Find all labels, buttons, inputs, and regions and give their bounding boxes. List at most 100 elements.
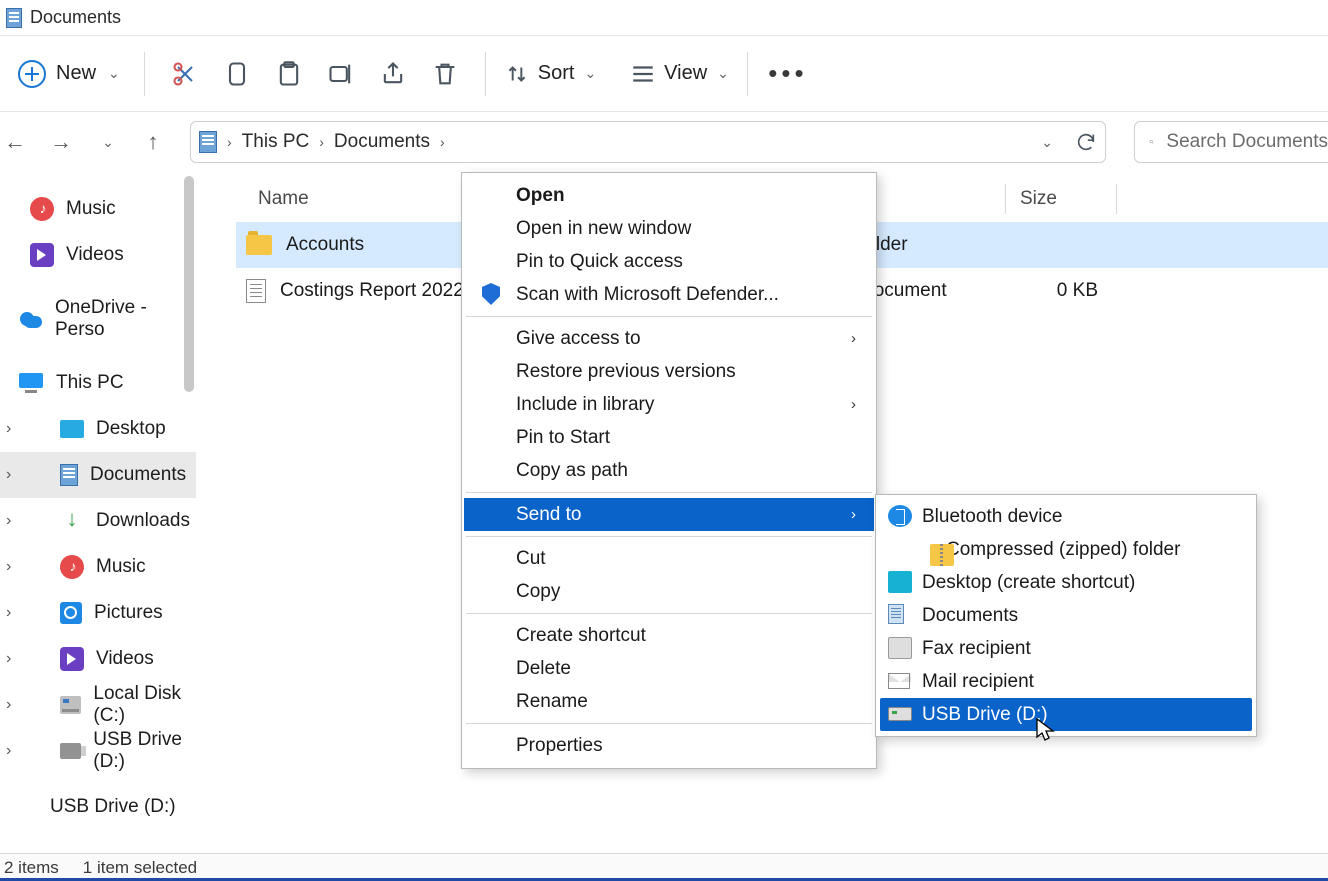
documents-icon: [6, 8, 22, 28]
sidebar-item-downloads[interactable]: Downloads: [0, 498, 196, 544]
sidebar-item-onedrive[interactable]: OneDrive - Perso: [0, 296, 196, 342]
copy-button[interactable]: [211, 48, 263, 100]
view-button[interactable]: View ⌄: [626, 61, 733, 87]
sidebar-item-label: Music: [66, 198, 116, 220]
sidebar-item-label: This PC: [56, 372, 124, 394]
sidebar-item-label: OneDrive - Perso: [55, 297, 196, 341]
usb-icon: [60, 743, 81, 759]
shield-icon: [482, 283, 500, 305]
bluetooth-icon: [888, 505, 912, 527]
menu-properties[interactable]: Properties: [464, 729, 874, 762]
back-button[interactable]: ←: [0, 127, 30, 157]
rename-button[interactable]: [315, 48, 367, 100]
share-button[interactable]: [367, 48, 419, 100]
menu-give-access[interactable]: Give access to›: [464, 322, 874, 355]
menu-open[interactable]: Open: [464, 179, 874, 212]
menu-defender-scan[interactable]: Scan with Microsoft Defender...: [464, 278, 874, 311]
menu-separator: [466, 316, 872, 317]
menu-open-new-window[interactable]: Open in new window: [464, 212, 874, 245]
toolbar: New ⌄ Sort ⌄ View ⌄ •••: [0, 36, 1328, 112]
sidebar-item-localdisk[interactable]: Local Disk (C:): [0, 682, 196, 728]
file-name: Costings Report 2022: [280, 280, 464, 302]
sidebar-item-label: Videos: [66, 244, 124, 266]
menu-pin-quick-access[interactable]: Pin to Quick access: [464, 245, 874, 278]
refresh-icon[interactable]: [1075, 131, 1097, 153]
chevron-right-icon: ›: [319, 134, 324, 150]
music-icon: [30, 197, 54, 221]
sidebar-item-videos[interactable]: Videos: [0, 232, 196, 278]
mail-icon: [888, 673, 910, 689]
menu-rename[interactable]: Rename: [464, 685, 874, 718]
status-bar: 2 items 1 item selected: [0, 853, 1328, 881]
paste-button[interactable]: [263, 48, 315, 100]
menu-separator: [466, 492, 872, 493]
menu-include-library[interactable]: Include in library›: [464, 388, 874, 421]
sidebar-item-documents[interactable]: Documents: [0, 452, 196, 498]
chevron-down-icon[interactable]: ⌄: [1041, 134, 1053, 151]
sidebar-item-thispc[interactable]: This PC: [0, 360, 196, 406]
search-input[interactable]: Search Documents: [1134, 121, 1328, 163]
column-size[interactable]: Size: [1006, 188, 1116, 210]
sidebar-item-videos2[interactable]: Videos: [0, 636, 196, 682]
menu-send-to[interactable]: Send to›: [464, 498, 874, 531]
sidebar-item-usbdrive2[interactable]: USB Drive (D:): [0, 784, 196, 830]
new-label: New: [56, 62, 96, 85]
sidebar-item-music2[interactable]: Music: [0, 544, 196, 590]
sendto-desktop[interactable]: Desktop (create shortcut): [880, 566, 1252, 599]
menu-pin-start[interactable]: Pin to Start: [464, 421, 874, 454]
menu-restore-versions[interactable]: Restore previous versions: [464, 355, 874, 388]
delete-button[interactable]: [419, 48, 471, 100]
folder-icon: [199, 131, 217, 153]
breadcrumb[interactable]: › This PC › Documents › ⌄: [190, 121, 1106, 163]
sidebar-item-desktop[interactable]: Desktop: [0, 406, 196, 452]
up-button[interactable]: ↑: [138, 127, 168, 157]
file-name: Accounts: [286, 234, 364, 256]
cursor-icon: [1036, 718, 1056, 744]
menu-separator: [466, 613, 872, 614]
fax-icon: [888, 637, 912, 659]
window-title: Documents: [30, 7, 121, 28]
column-separator[interactable]: [1116, 184, 1117, 214]
breadcrumb-root[interactable]: This PC: [242, 131, 310, 153]
desktop-icon: [888, 571, 912, 593]
titlebar: Documents: [0, 0, 1328, 36]
chevron-down-icon: ⌄: [102, 134, 114, 151]
menu-delete[interactable]: Delete: [464, 652, 874, 685]
sidebar-item-usbdrive[interactable]: USB Drive (D:): [0, 728, 196, 774]
sendto-submenu: Bluetooth device Compressed (zipped) fol…: [875, 494, 1257, 737]
sidebar-item-music[interactable]: Music: [0, 186, 196, 232]
sendto-usb[interactable]: USB Drive (D:): [880, 698, 1252, 731]
breadcrumb-current[interactable]: Documents: [334, 131, 430, 153]
separator: [144, 52, 145, 96]
menu-separator: [466, 723, 872, 724]
sidebar-item-pictures[interactable]: Pictures: [0, 590, 196, 636]
sidebar-item-label: USB Drive (D:): [50, 796, 176, 818]
context-menu: Open Open in new window Pin to Quick acc…: [461, 172, 877, 769]
recent-button[interactable]: ⌄: [92, 127, 122, 157]
sendto-documents[interactable]: Documents: [880, 599, 1252, 632]
sendto-bluetooth[interactable]: Bluetooth device: [880, 500, 1252, 533]
menu-copy[interactable]: Copy: [464, 575, 874, 608]
menu-copy-path[interactable]: Copy as path: [464, 454, 874, 487]
cut-button[interactable]: [159, 48, 211, 100]
sendto-fax[interactable]: Fax recipient: [880, 632, 1252, 665]
forward-button[interactable]: →: [46, 127, 76, 157]
chevron-down-icon: ⌄: [717, 65, 729, 82]
sendto-zip[interactable]: Compressed (zipped) folder: [880, 533, 1252, 566]
scrollbar-thumb[interactable]: [184, 176, 194, 392]
sort-button[interactable]: Sort ⌄: [500, 61, 600, 87]
menu-cut[interactable]: Cut: [464, 542, 874, 575]
share-icon: [379, 60, 407, 88]
sort-icon: [504, 61, 530, 87]
zip-icon: [930, 544, 954, 566]
sidebar-item-label: Downloads: [96, 510, 190, 532]
sendto-mail[interactable]: Mail recipient: [880, 665, 1252, 698]
disk-icon: [60, 696, 81, 714]
plus-icon: [18, 60, 46, 88]
drive-icon: [888, 707, 912, 721]
sidebar: Music Videos OneDrive - Perso This PC De…: [0, 172, 196, 853]
menu-create-shortcut[interactable]: Create shortcut: [464, 619, 874, 652]
sidebar-item-label: Local Disk (C:): [93, 683, 196, 727]
more-button[interactable]: •••: [762, 48, 814, 100]
new-button[interactable]: New ⌄: [8, 54, 130, 94]
